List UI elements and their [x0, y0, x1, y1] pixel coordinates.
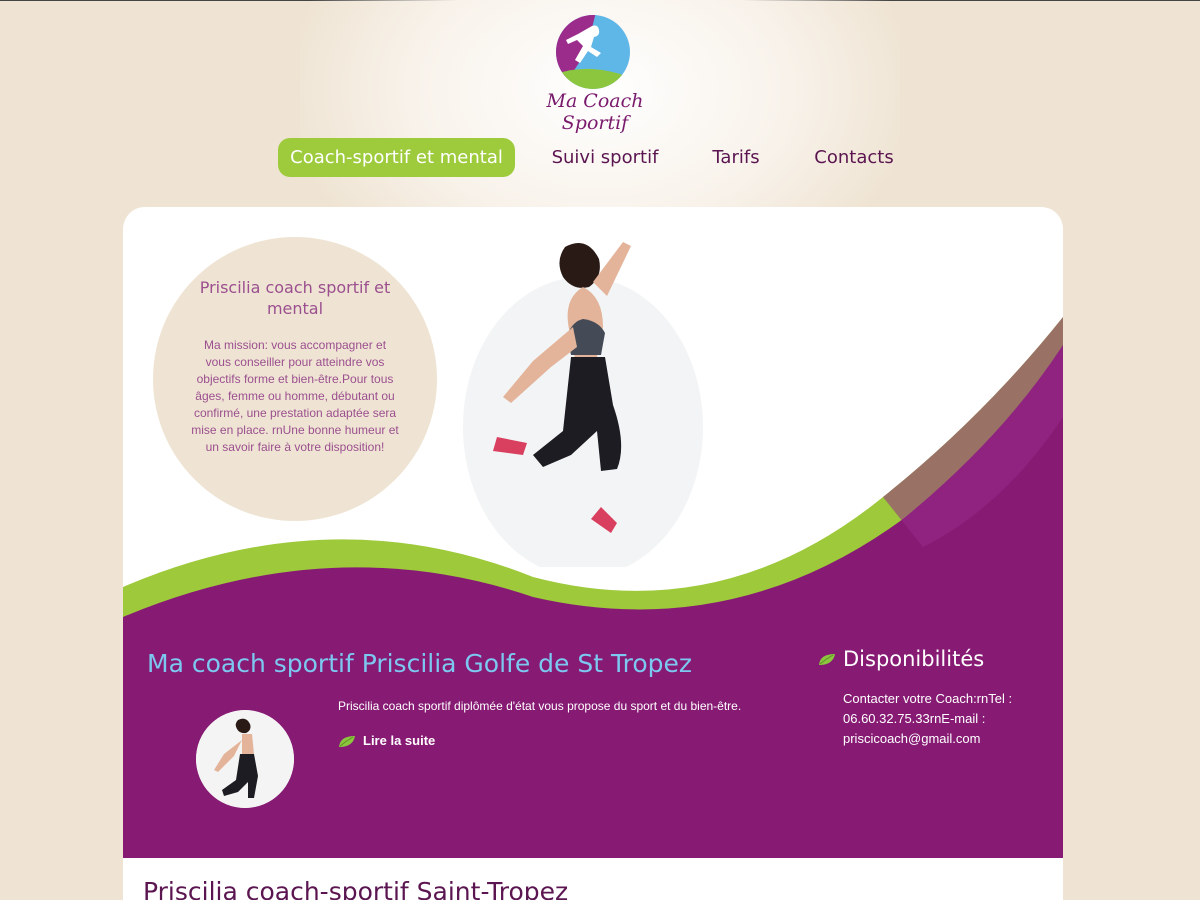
- logo-text: Ma Coach Sportif: [546, 90, 644, 134]
- intro-circle: Priscilia coach sportif et mental Ma mis…: [153, 237, 437, 521]
- content-panel: Priscilia coach sportif et mental Ma mis…: [123, 207, 1063, 900]
- read-more-label: Lire la suite: [363, 733, 436, 748]
- intro-title: Priscilia coach sportif et mental: [199, 278, 391, 318]
- availability-title: Disponibilités: [843, 647, 985, 671]
- availability-text: Contacter votre Coach:rnTel : 06.60.32.7…: [843, 691, 1013, 746]
- availability-heading: Disponibilités: [818, 647, 984, 671]
- main-navigation: Coach-sportif et mental Suivi sportif Ta…: [0, 138, 1200, 178]
- lead-text: Priscilia coach sportif diplômée d'état …: [338, 699, 742, 713]
- intro-text: Ma mission: vous accompagner et vous con…: [191, 338, 399, 454]
- nav-item-coach-sportif[interactable]: Coach-sportif et mental: [278, 138, 515, 177]
- logo-icon: [556, 15, 630, 89]
- nav-item-tarifs[interactable]: Tarifs: [700, 138, 772, 177]
- main-title: Ma coach sportif Priscilia Golfe de St T…: [147, 649, 692, 678]
- site-logo[interactable]: Ma Coach Sportif: [520, 12, 670, 134]
- athlete-image: [463, 242, 703, 567]
- leaf-icon: [339, 735, 355, 747]
- nav-item-contacts[interactable]: Contacts: [805, 138, 903, 177]
- leaf-icon: [819, 654, 835, 665]
- read-more-link[interactable]: Lire la suite: [338, 731, 435, 751]
- nav-item-suivi-sportif[interactable]: Suivi sportif: [545, 138, 665, 177]
- coach-thumbnail[interactable]: [196, 710, 294, 808]
- section-title: Priscilia coach-sportif Saint-Tropez: [143, 877, 569, 900]
- thumbnail-image: [196, 710, 294, 808]
